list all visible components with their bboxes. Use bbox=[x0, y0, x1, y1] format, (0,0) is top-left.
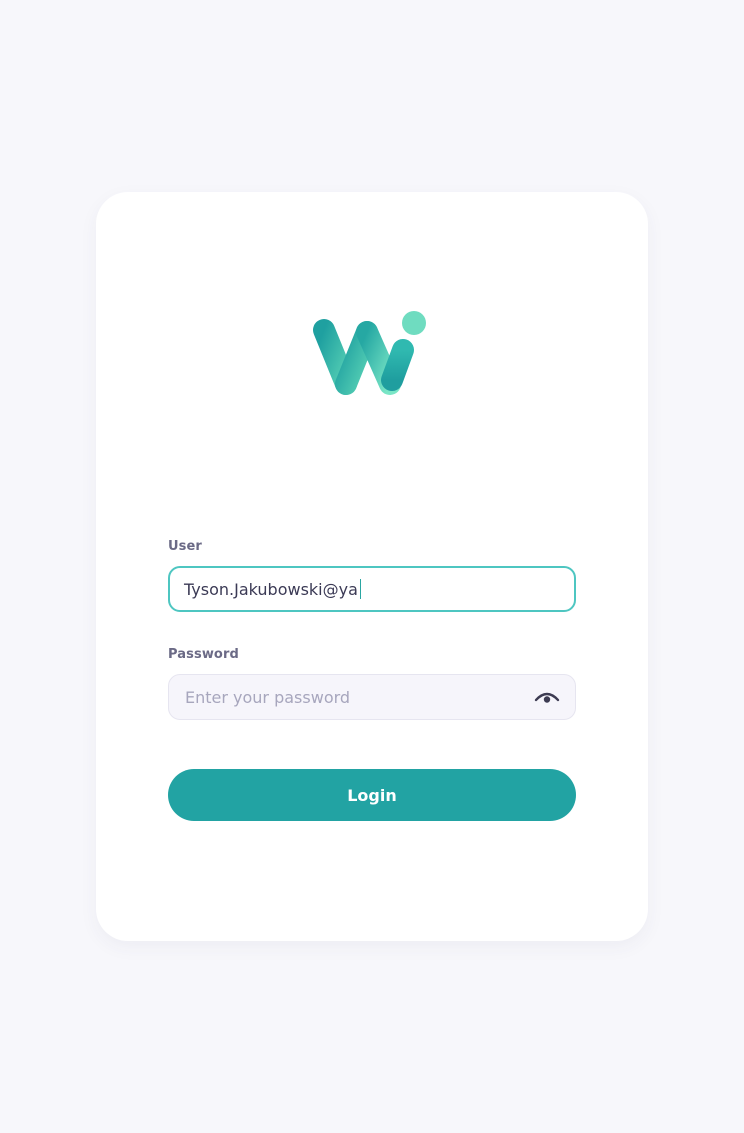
user-label: User bbox=[168, 539, 202, 554]
user-input[interactable]: Tyson.Jakubowski@ya bbox=[168, 566, 576, 612]
brand-logo-icon bbox=[313, 311, 426, 395]
password-input[interactable] bbox=[168, 674, 576, 720]
user-input-value: Tyson.Jakubowski@ya bbox=[184, 579, 358, 599]
text-caret bbox=[359, 579, 361, 599]
login-card: User Tyson.Jakubowski@ya Password Login bbox=[96, 192, 648, 941]
login-button[interactable]: Login bbox=[168, 769, 576, 821]
eye-icon[interactable] bbox=[534, 687, 560, 707]
password-label: Password bbox=[168, 647, 239, 662]
